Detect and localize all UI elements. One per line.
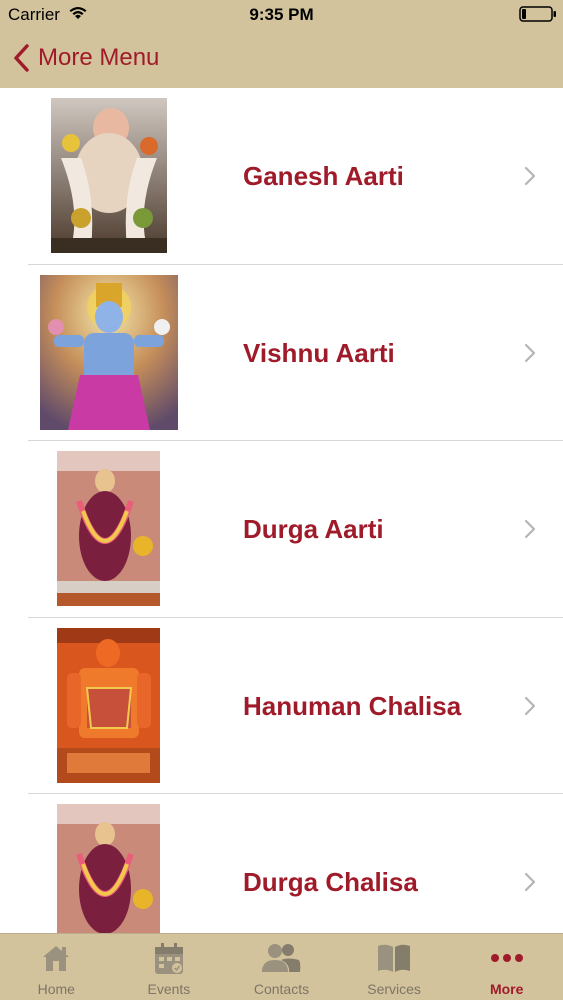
tab-more[interactable]: More <box>450 934 563 1000</box>
item-label: Hanuman Chalisa <box>243 690 462 721</box>
back-button[interactable]: More Menu <box>12 40 159 76</box>
chevron-right-icon <box>524 343 536 362</box>
item-label: Vishnu Aarti <box>243 337 395 368</box>
tab-label: Events <box>147 981 191 997</box>
vishnu-image-icon <box>40 274 178 430</box>
tab-label: Services <box>367 981 421 997</box>
people-icon <box>262 944 301 972</box>
back-label: More Menu <box>38 44 160 71</box>
list-item-vishnu-aarti[interactable]: Vishnu Aarti <box>0 265 563 442</box>
list-item-hanuman-chalisa[interactable]: Hanuman Chalisa <box>0 618 563 795</box>
chevron-right-icon <box>524 166 536 186</box>
calendar-icon <box>154 943 183 974</box>
tab-label: Home <box>37 981 75 997</box>
aarti-list[interactable]: Ganesh Aarti Vishnu Aarti Durga Aarti Ha… <box>0 88 563 933</box>
home-icon <box>43 946 70 971</box>
tab-contacts[interactable]: Contacts <box>225 934 338 1000</box>
tab-events[interactable]: Events <box>113 934 226 1000</box>
tab-label: More <box>489 981 524 997</box>
durga-image-icon <box>57 804 160 933</box>
list-item-durga-chalisa[interactable]: Durga Chalisa <box>0 794 563 933</box>
back-chevron-icon <box>14 44 29 72</box>
status-bar: Carrier 9:35 PM <box>0 0 563 30</box>
header: Carrier 9:35 PM More Menu <box>0 0 563 88</box>
chevron-right-icon <box>524 873 536 892</box>
more-dots-icon <box>490 954 523 962</box>
book-icon <box>378 944 411 972</box>
tab-label: Contacts <box>253 981 310 997</box>
chevron-right-icon <box>524 696 536 715</box>
tab-home[interactable]: Home <box>0 934 113 1000</box>
tab-bar: Home Events Contacts Services More <box>0 933 563 1000</box>
hanuman-image-icon <box>57 627 160 783</box>
item-label: Ganesh Aarti <box>243 161 404 191</box>
item-label: Durga Chalisa <box>243 867 418 898</box>
tab-services[interactable]: Services <box>338 934 451 1000</box>
ganesh-image-icon <box>51 98 167 253</box>
item-label: Durga Aarti <box>243 514 384 545</box>
list-item-durga-aarti[interactable]: Durga Aarti <box>0 441 563 618</box>
durga-image-icon <box>57 451 160 607</box>
list-item-ganesh-aarti[interactable]: Ganesh Aarti <box>0 88 563 265</box>
battery-icon <box>519 6 556 22</box>
chevron-right-icon <box>524 520 536 539</box>
nav-bar: More Menu <box>0 36 563 80</box>
clock: 9:35 PM <box>249 5 314 24</box>
